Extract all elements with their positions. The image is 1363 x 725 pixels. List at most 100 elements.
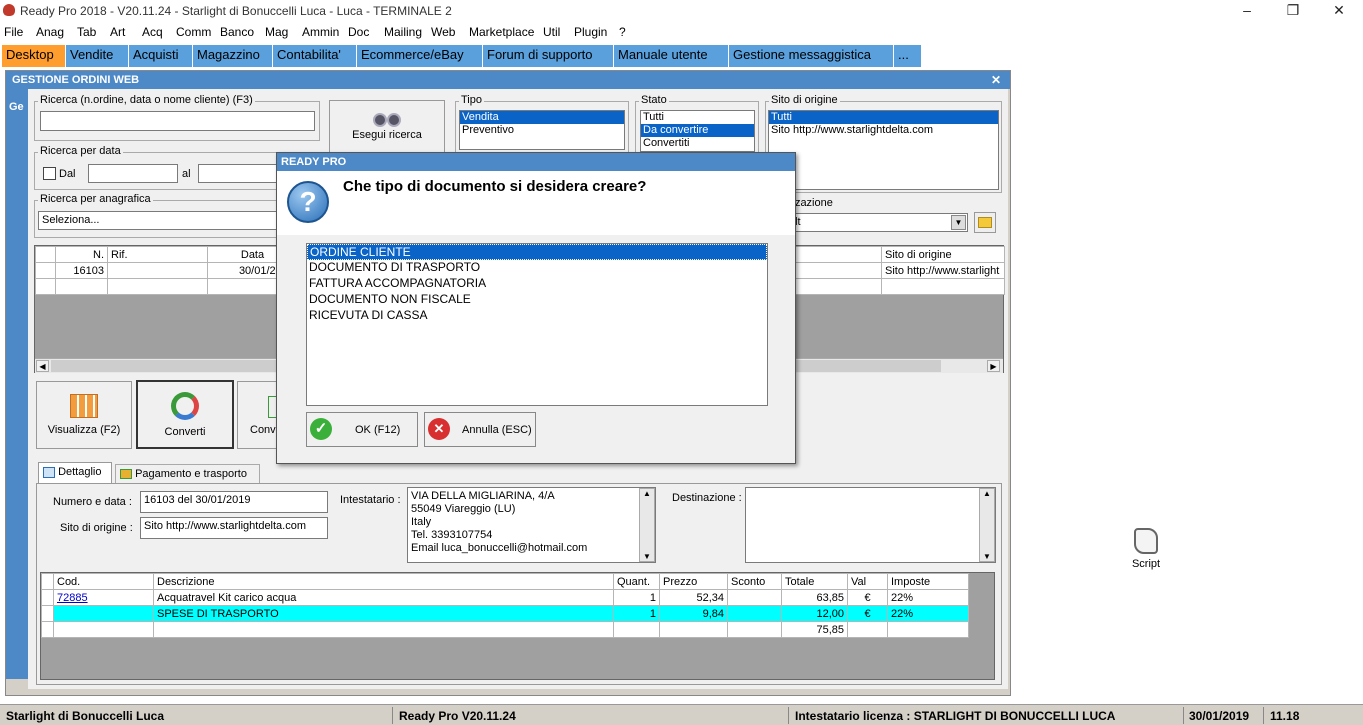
- close-button[interactable]: ✕: [1316, 0, 1362, 22]
- scroll-up-icon[interactable]: ▲: [980, 489, 994, 498]
- status-separator: [1183, 707, 1184, 724]
- destinazione-field[interactable]: [745, 487, 996, 563]
- option-fattura[interactable]: FATTURA ACCOMPAGNATORIA: [307, 276, 767, 292]
- tab-dettaglio[interactable]: Dettaglio: [38, 462, 112, 484]
- tab-acquisti[interactable]: Acquisti: [129, 45, 193, 67]
- maximize-button[interactable]: ❐: [1270, 0, 1316, 22]
- chevron-down-icon[interactable]: ▼: [951, 215, 966, 230]
- script-shortcut[interactable]: Script: [1126, 528, 1166, 578]
- search-button[interactable]: Esegui ricerca: [329, 100, 445, 154]
- option-ricevuta[interactable]: RICEVUTA DI CASSA: [307, 308, 767, 324]
- cell-prezzo: 52,34: [659, 589, 728, 606]
- close-icon[interactable]: ✕: [991, 73, 1001, 87]
- table-row[interactable]: 72885 Acquatravel Kit carico acqua 1 52,…: [41, 589, 969, 606]
- anag-select[interactable]: Seleziona...: [38, 211, 308, 230]
- tab-vendite[interactable]: Vendite: [66, 45, 129, 67]
- converti-button[interactable]: Converti: [136, 380, 234, 449]
- intestatario-field[interactable]: VIA DELLA MIGLIARINA, 4/A 55049 Viareggi…: [407, 487, 656, 563]
- document-type-list[interactable]: ORDINE CLIENTE DOCUMENTO DI TRASPORTO FA…: [306, 243, 768, 406]
- row-indicator: [35, 262, 56, 279]
- menu-file[interactable]: File: [4, 25, 23, 39]
- stato-item-convertiti[interactable]: Convertiti: [641, 137, 754, 150]
- intestatario-scrollbar[interactable]: ▲ ▼: [639, 488, 655, 562]
- date-from-checkbox[interactable]: [43, 167, 56, 180]
- visualizzazione-select[interactable]: ult: [785, 213, 968, 232]
- date-group-label: Ricerca per data: [38, 145, 123, 157]
- tipo-label: Tipo: [459, 94, 484, 106]
- cell-sito: Sito http://www.starlight: [881, 262, 1005, 279]
- menu-marketplace[interactable]: Marketplace: [469, 25, 534, 39]
- status-separator: [392, 707, 393, 724]
- table-row[interactable]: SPESE DI TRASPORTO 1 9,84 12,00 € 22%: [41, 605, 969, 622]
- status-separator: [1263, 707, 1264, 724]
- scroll-down-icon[interactable]: ▼: [640, 552, 654, 561]
- menu-help[interactable]: ?: [619, 25, 626, 39]
- menu-banco[interactable]: Banco: [220, 25, 254, 39]
- menu-comm[interactable]: Comm: [176, 25, 211, 39]
- folder-button[interactable]: [974, 212, 996, 233]
- cell-sconto: [727, 589, 782, 606]
- sito-origine-field[interactable]: Sito http://www.starlightdelta.com: [140, 517, 328, 539]
- tab-manuale[interactable]: Manuale utente: [614, 45, 729, 67]
- numero-field[interactable]: 16103 del 30/01/2019: [140, 491, 328, 513]
- grid-header-sito: Sito di origine: [881, 246, 1005, 263]
- tipo-item-preventivo[interactable]: Preventivo: [460, 124, 624, 137]
- sito-list[interactable]: Tutti Sito http://www.starlightdelta.com: [768, 110, 999, 190]
- convert-arrows-icon: [171, 392, 199, 420]
- cell-cod-link[interactable]: 72885: [53, 589, 154, 606]
- tab-pagamento[interactable]: Pagamento e trasporto: [115, 464, 260, 484]
- date-to-input[interactable]: [198, 164, 288, 183]
- sito-item-starlight[interactable]: Sito http://www.starlightdelta.com: [769, 124, 998, 137]
- option-ordine-cliente[interactable]: ORDINE CLIENTE: [307, 244, 767, 260]
- search-input[interactable]: [40, 111, 315, 131]
- menu-acq[interactable]: Acq: [142, 25, 163, 39]
- option-ddt[interactable]: DOCUMENTO DI TRASPORTO: [307, 260, 767, 276]
- sito-item-tutti[interactable]: Tutti: [769, 111, 998, 124]
- stato-list[interactable]: Tutti Da convertire Convertiti: [640, 110, 755, 152]
- cancel-button[interactable]: ✕ Annulla (ESC): [424, 412, 536, 447]
- tipo-item-vendita[interactable]: Vendita: [460, 111, 624, 124]
- date-from-label: Dal: [59, 168, 76, 180]
- tipo-list[interactable]: Vendita Preventivo: [459, 110, 625, 150]
- option-non-fiscale[interactable]: DOCUMENTO NON FISCALE: [307, 292, 767, 308]
- scroll-down-icon[interactable]: ▼: [980, 552, 994, 561]
- destinazione-scrollbar[interactable]: ▲ ▼: [979, 488, 995, 562]
- menu-util[interactable]: Util: [543, 25, 560, 39]
- date-from-input[interactable]: [88, 164, 178, 183]
- cell-qta: 1: [613, 605, 660, 622]
- tab-forum[interactable]: Forum di supporto: [483, 45, 614, 67]
- cell-imposte: 22%: [887, 589, 969, 606]
- tab-magazzino[interactable]: Magazzino: [193, 45, 273, 67]
- tab-ecommerce[interactable]: Ecommerce/eBay: [357, 45, 483, 67]
- stato-label: Stato: [639, 94, 669, 106]
- detail-header-cod: Cod.: [53, 573, 154, 590]
- cell-n: 16103: [55, 262, 108, 279]
- menu-doc[interactable]: Doc: [348, 25, 369, 39]
- question-icon: ?: [287, 181, 329, 223]
- scroll-up-icon[interactable]: ▲: [640, 489, 654, 498]
- detail-table: Cod. Descrizione Quant. Prezzo Sconto To…: [41, 573, 969, 638]
- tab-messaggistica[interactable]: Gestione messaggistica: [729, 45, 894, 67]
- tab-more[interactable]: ...: [894, 45, 922, 67]
- stato-item-da-convertire[interactable]: Da convertire: [641, 124, 754, 137]
- window-header-title: GESTIONE ORDINI WEB: [12, 74, 140, 86]
- visualizza-button[interactable]: Visualizza (F2): [36, 381, 132, 449]
- menu-art[interactable]: Art: [110, 25, 125, 39]
- tab-desktop[interactable]: Desktop: [2, 45, 66, 67]
- menu-mag[interactable]: Mag: [265, 25, 288, 39]
- stato-item-tutti[interactable]: Tutti: [641, 111, 754, 124]
- menu-plugin[interactable]: Plugin: [574, 25, 607, 39]
- menu-ammin[interactable]: Ammin: [302, 25, 339, 39]
- menu-mailing[interactable]: Mailing: [384, 25, 422, 39]
- sito-origine-label: Sito di origine :: [60, 522, 133, 534]
- menu-web[interactable]: Web: [431, 25, 455, 39]
- menu-tab[interactable]: Tab: [77, 25, 96, 39]
- cell-rif: [107, 262, 208, 279]
- ok-button[interactable]: ✓ OK (F12): [306, 412, 418, 447]
- minimize-button[interactable]: –: [1224, 0, 1270, 22]
- menu-anag[interactable]: Anag: [36, 25, 64, 39]
- status-separator: [788, 707, 789, 724]
- tab-contabilita[interactable]: Contabilita': [273, 45, 357, 67]
- scroll-left-icon[interactable]: ◀: [36, 360, 49, 372]
- scroll-right-icon[interactable]: ▶: [987, 360, 1000, 372]
